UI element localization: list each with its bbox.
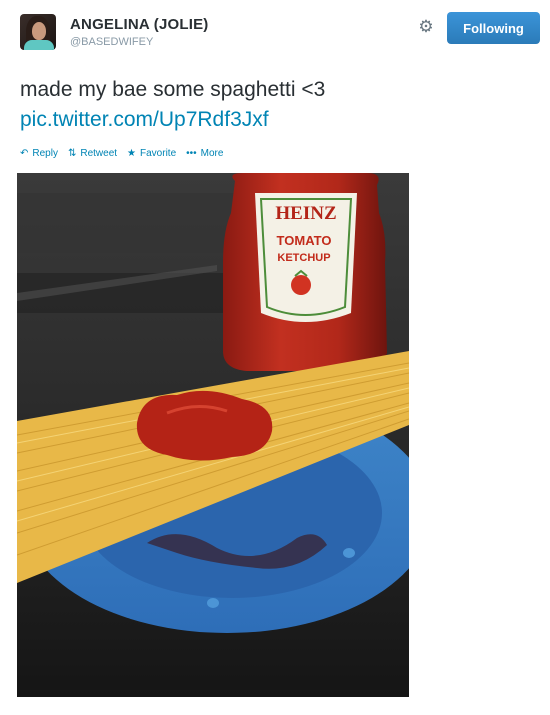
user-handle[interactable]: @BASEDWIFEY — [70, 36, 153, 48]
more-action[interactable]: ••• More — [186, 148, 223, 159]
following-button[interactable]: Following — [447, 12, 540, 44]
reply-action[interactable]: ↶ Reply — [20, 148, 58, 159]
tomato-graphic — [291, 275, 311, 295]
stove-band-top — [17, 193, 247, 253]
plate-rim-dot-1 — [207, 598, 219, 608]
plate-rim-dot-2 — [343, 548, 355, 558]
retweet-action[interactable]: ⇅ Retweet — [68, 148, 117, 159]
tweet-link[interactable]: pic.twitter.com/Up7Rdf3Jxf — [20, 106, 269, 133]
favorite-action[interactable]: ★ Favorite — [127, 148, 176, 159]
avatar-shirt — [24, 40, 54, 50]
retweet-label: Retweet — [80, 148, 118, 159]
tweet-text: made my bae some spaghetti <3 — [20, 78, 326, 101]
tweet-actions: ↶ Reply ⇅ Retweet ★ Favorite ••• More — [20, 148, 233, 159]
reply-icon: ↶ — [20, 148, 29, 159]
heinz-brand-text: HEINZ — [275, 203, 336, 224]
more-icon: ••• — [186, 148, 197, 159]
retweet-icon: ⇅ — [67, 148, 77, 159]
tomato-text: TOMATO — [277, 233, 332, 248]
reply-label: Reply — [32, 148, 58, 159]
tweet-photo[interactable]: HEINZ TOMATO KETCHUP — [17, 173, 409, 697]
more-label: More — [200, 148, 224, 159]
user-avatar[interactable] — [20, 14, 56, 50]
favorite-label: Favorite — [140, 148, 177, 159]
avatar-face — [32, 22, 46, 40]
gear-icon[interactable]: ⚙ — [416, 17, 436, 37]
ketchup-text: KETCHUP — [277, 252, 330, 264]
star-icon: ★ — [127, 148, 137, 159]
display-name[interactable]: ANGELINA (JOLIE) — [70, 16, 208, 33]
